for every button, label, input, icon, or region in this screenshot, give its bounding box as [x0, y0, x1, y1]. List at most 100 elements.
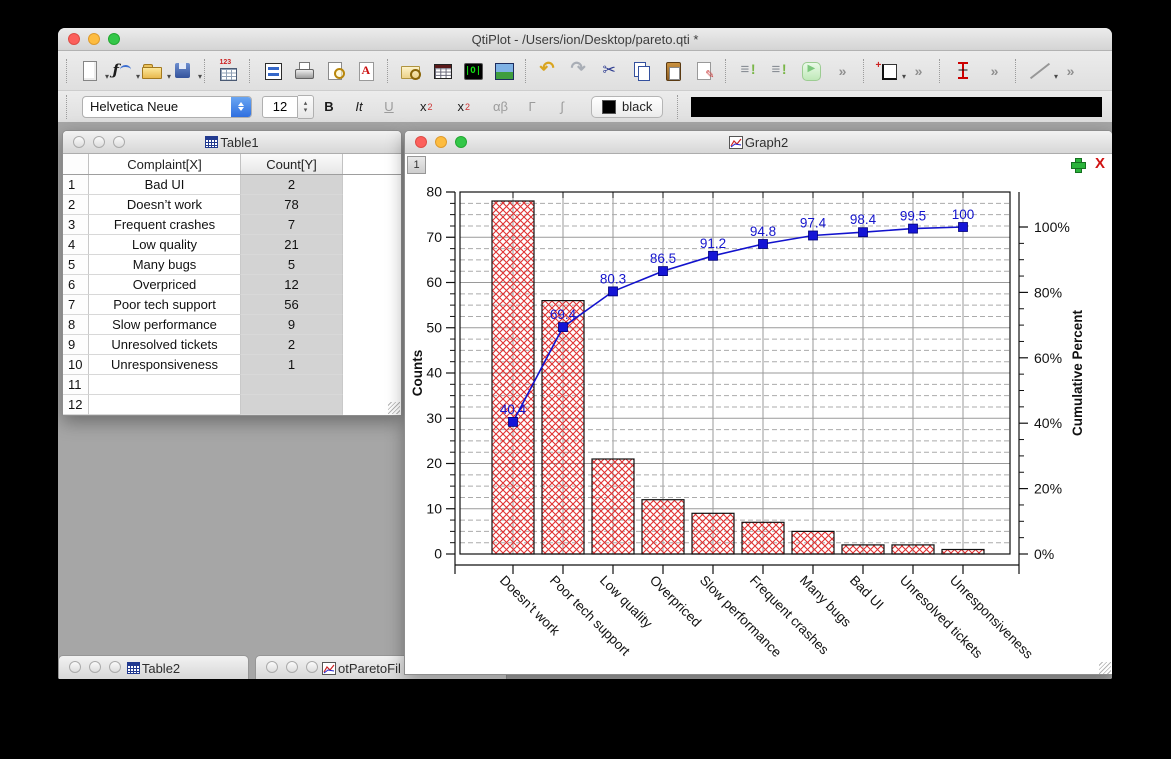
- font-size-input[interactable]: 12: [262, 95, 298, 118]
- row-header[interactable]: 12: [63, 395, 89, 415]
- minpareto-minimize-button[interactable]: [286, 661, 298, 673]
- image-plot-button[interactable]: [490, 57, 517, 84]
- row-header[interactable]: 3: [63, 215, 89, 235]
- cell-complaint[interactable]: [89, 395, 241, 415]
- mintable2-minimize-button[interactable]: [89, 661, 101, 673]
- row-header[interactable]: 10: [63, 355, 89, 375]
- graph2-zoom-button[interactable]: [455, 136, 467, 148]
- remove-layer-button[interactable]: X: [1095, 155, 1105, 172]
- corner-header-cell[interactable]: [63, 154, 89, 174]
- open-file-button[interactable]: [138, 57, 171, 84]
- table1-minimize-button[interactable]: [93, 136, 105, 148]
- new-layer-button[interactable]: [873, 57, 907, 84]
- cell-count[interactable]: 2: [241, 335, 343, 355]
- overflow-button[interactable]: »: [828, 57, 855, 84]
- resize-grip[interactable]: [388, 402, 400, 414]
- cell-complaint[interactable]: Unresponsiveness: [89, 355, 241, 375]
- row-header[interactable]: 7: [63, 295, 89, 315]
- overflow-button[interactable]: »: [980, 57, 1007, 84]
- cell-count[interactable]: 7: [241, 215, 343, 235]
- gamma-button[interactable]: Γ: [520, 96, 544, 118]
- cell-complaint[interactable]: Unresolved tickets: [89, 335, 241, 355]
- cell-complaint[interactable]: Overpriced: [89, 275, 241, 295]
- italic-button[interactable]: It: [347, 96, 371, 118]
- cell-count[interactable]: 2: [241, 175, 343, 195]
- column-header-complaint[interactable]: Complaint[X]: [89, 154, 241, 174]
- error-bars-button[interactable]: [949, 57, 976, 84]
- superscript-button[interactable]: x2: [414, 96, 439, 118]
- font-size-stepper[interactable]: ▴ ▾: [298, 94, 314, 119]
- minpareto-close-button[interactable]: [266, 661, 278, 673]
- cell-count[interactable]: 21: [241, 235, 343, 255]
- color-strip[interactable]: [691, 96, 1102, 117]
- cell-count[interactable]: [241, 375, 343, 395]
- table1-titlebar[interactable]: Table1: [63, 131, 401, 154]
- integral-button[interactable]: ∫: [550, 96, 574, 118]
- plot-wizard-button[interactable]: [459, 57, 486, 84]
- cell-count[interactable]: 9: [241, 315, 343, 335]
- add-layer-button[interactable]: [1070, 157, 1086, 173]
- row-header[interactable]: 2: [63, 195, 89, 215]
- cell-count[interactable]: 1: [241, 355, 343, 375]
- row-header[interactable]: 11: [63, 375, 89, 395]
- cell-complaint[interactable]: Many bugs: [89, 255, 241, 275]
- graph2-minimize-button[interactable]: [435, 136, 447, 148]
- subscript-button[interactable]: x2: [452, 96, 477, 118]
- bold-button[interactable]: B: [317, 96, 341, 118]
- cell-complaint[interactable]: Frequent crashes: [89, 215, 241, 235]
- cell-count[interactable]: [241, 395, 343, 415]
- row-header[interactable]: 4: [63, 235, 89, 255]
- export-pdf-button[interactable]: [352, 57, 379, 84]
- print-preview-button[interactable]: [321, 57, 348, 84]
- mintable2-zoom-button[interactable]: [109, 661, 121, 673]
- greek-button[interactable]: αβ: [487, 96, 514, 118]
- delete-row-button[interactable]: [766, 57, 793, 84]
- run-script-button[interactable]: [797, 57, 824, 84]
- table1-close-button[interactable]: [73, 136, 85, 148]
- zoom-button[interactable]: [108, 33, 120, 45]
- redo-button[interactable]: [566, 57, 593, 84]
- text-color-button[interactable]: black: [591, 95, 664, 118]
- mintable2-close-button[interactable]: [69, 661, 81, 673]
- graph-resize-grip[interactable]: [1099, 662, 1111, 674]
- cell-count[interactable]: 5: [241, 255, 343, 275]
- results-log-button[interactable]: [428, 57, 455, 84]
- cell-complaint[interactable]: Slow performance: [89, 315, 241, 335]
- minpareto-zoom-button[interactable]: [306, 661, 318, 673]
- row-header[interactable]: 8: [63, 315, 89, 335]
- layer-tab[interactable]: 1: [407, 156, 426, 174]
- cell-complaint[interactable]: [89, 375, 241, 395]
- graph-canvas[interactable]: 1 X 0 10 20 30 40 50 60 70 80 0% 20% 40% 60% 80% 100% C…: [405, 154, 1112, 674]
- save-file-button[interactable]: [169, 57, 202, 84]
- cell-count[interactable]: 78: [241, 195, 343, 215]
- row-header[interactable]: 9: [63, 335, 89, 355]
- new-window-button[interactable]: [76, 57, 109, 84]
- project-explorer-button[interactable]: [397, 57, 424, 84]
- tile-windows-button[interactable]: [259, 57, 286, 84]
- cell-complaint[interactable]: Bad UI: [89, 175, 241, 195]
- paste-button[interactable]: [659, 57, 686, 84]
- graph2-close-button[interactable]: [415, 136, 427, 148]
- undo-button[interactable]: [535, 57, 562, 84]
- cell-count[interactable]: 12: [241, 275, 343, 295]
- cell-count[interactable]: 56: [241, 295, 343, 315]
- draw-line-button[interactable]: [1025, 57, 1058, 84]
- row-header[interactable]: 1: [63, 175, 89, 195]
- import-table-button[interactable]: [214, 57, 241, 84]
- overflow-button[interactable]: »: [904, 57, 931, 84]
- print-button[interactable]: [290, 57, 317, 84]
- row-header[interactable]: 5: [63, 255, 89, 275]
- font-family-select[interactable]: Helvetica Neue: [82, 95, 252, 118]
- underline-button[interactable]: U: [377, 96, 401, 118]
- minimize-button[interactable]: [88, 33, 100, 45]
- copy-button[interactable]: [628, 57, 655, 84]
- graph2-titlebar[interactable]: Graph2: [405, 131, 1112, 154]
- cell-complaint[interactable]: Low quality: [89, 235, 241, 255]
- close-button[interactable]: [68, 33, 80, 45]
- row-header[interactable]: 6: [63, 275, 89, 295]
- table1-zoom-button[interactable]: [113, 136, 125, 148]
- cell-complaint[interactable]: Poor tech support: [89, 295, 241, 315]
- overflow-button[interactable]: »: [1056, 57, 1083, 84]
- insert-row-button[interactable]: [735, 57, 762, 84]
- column-header-count[interactable]: Count[Y]: [241, 154, 343, 174]
